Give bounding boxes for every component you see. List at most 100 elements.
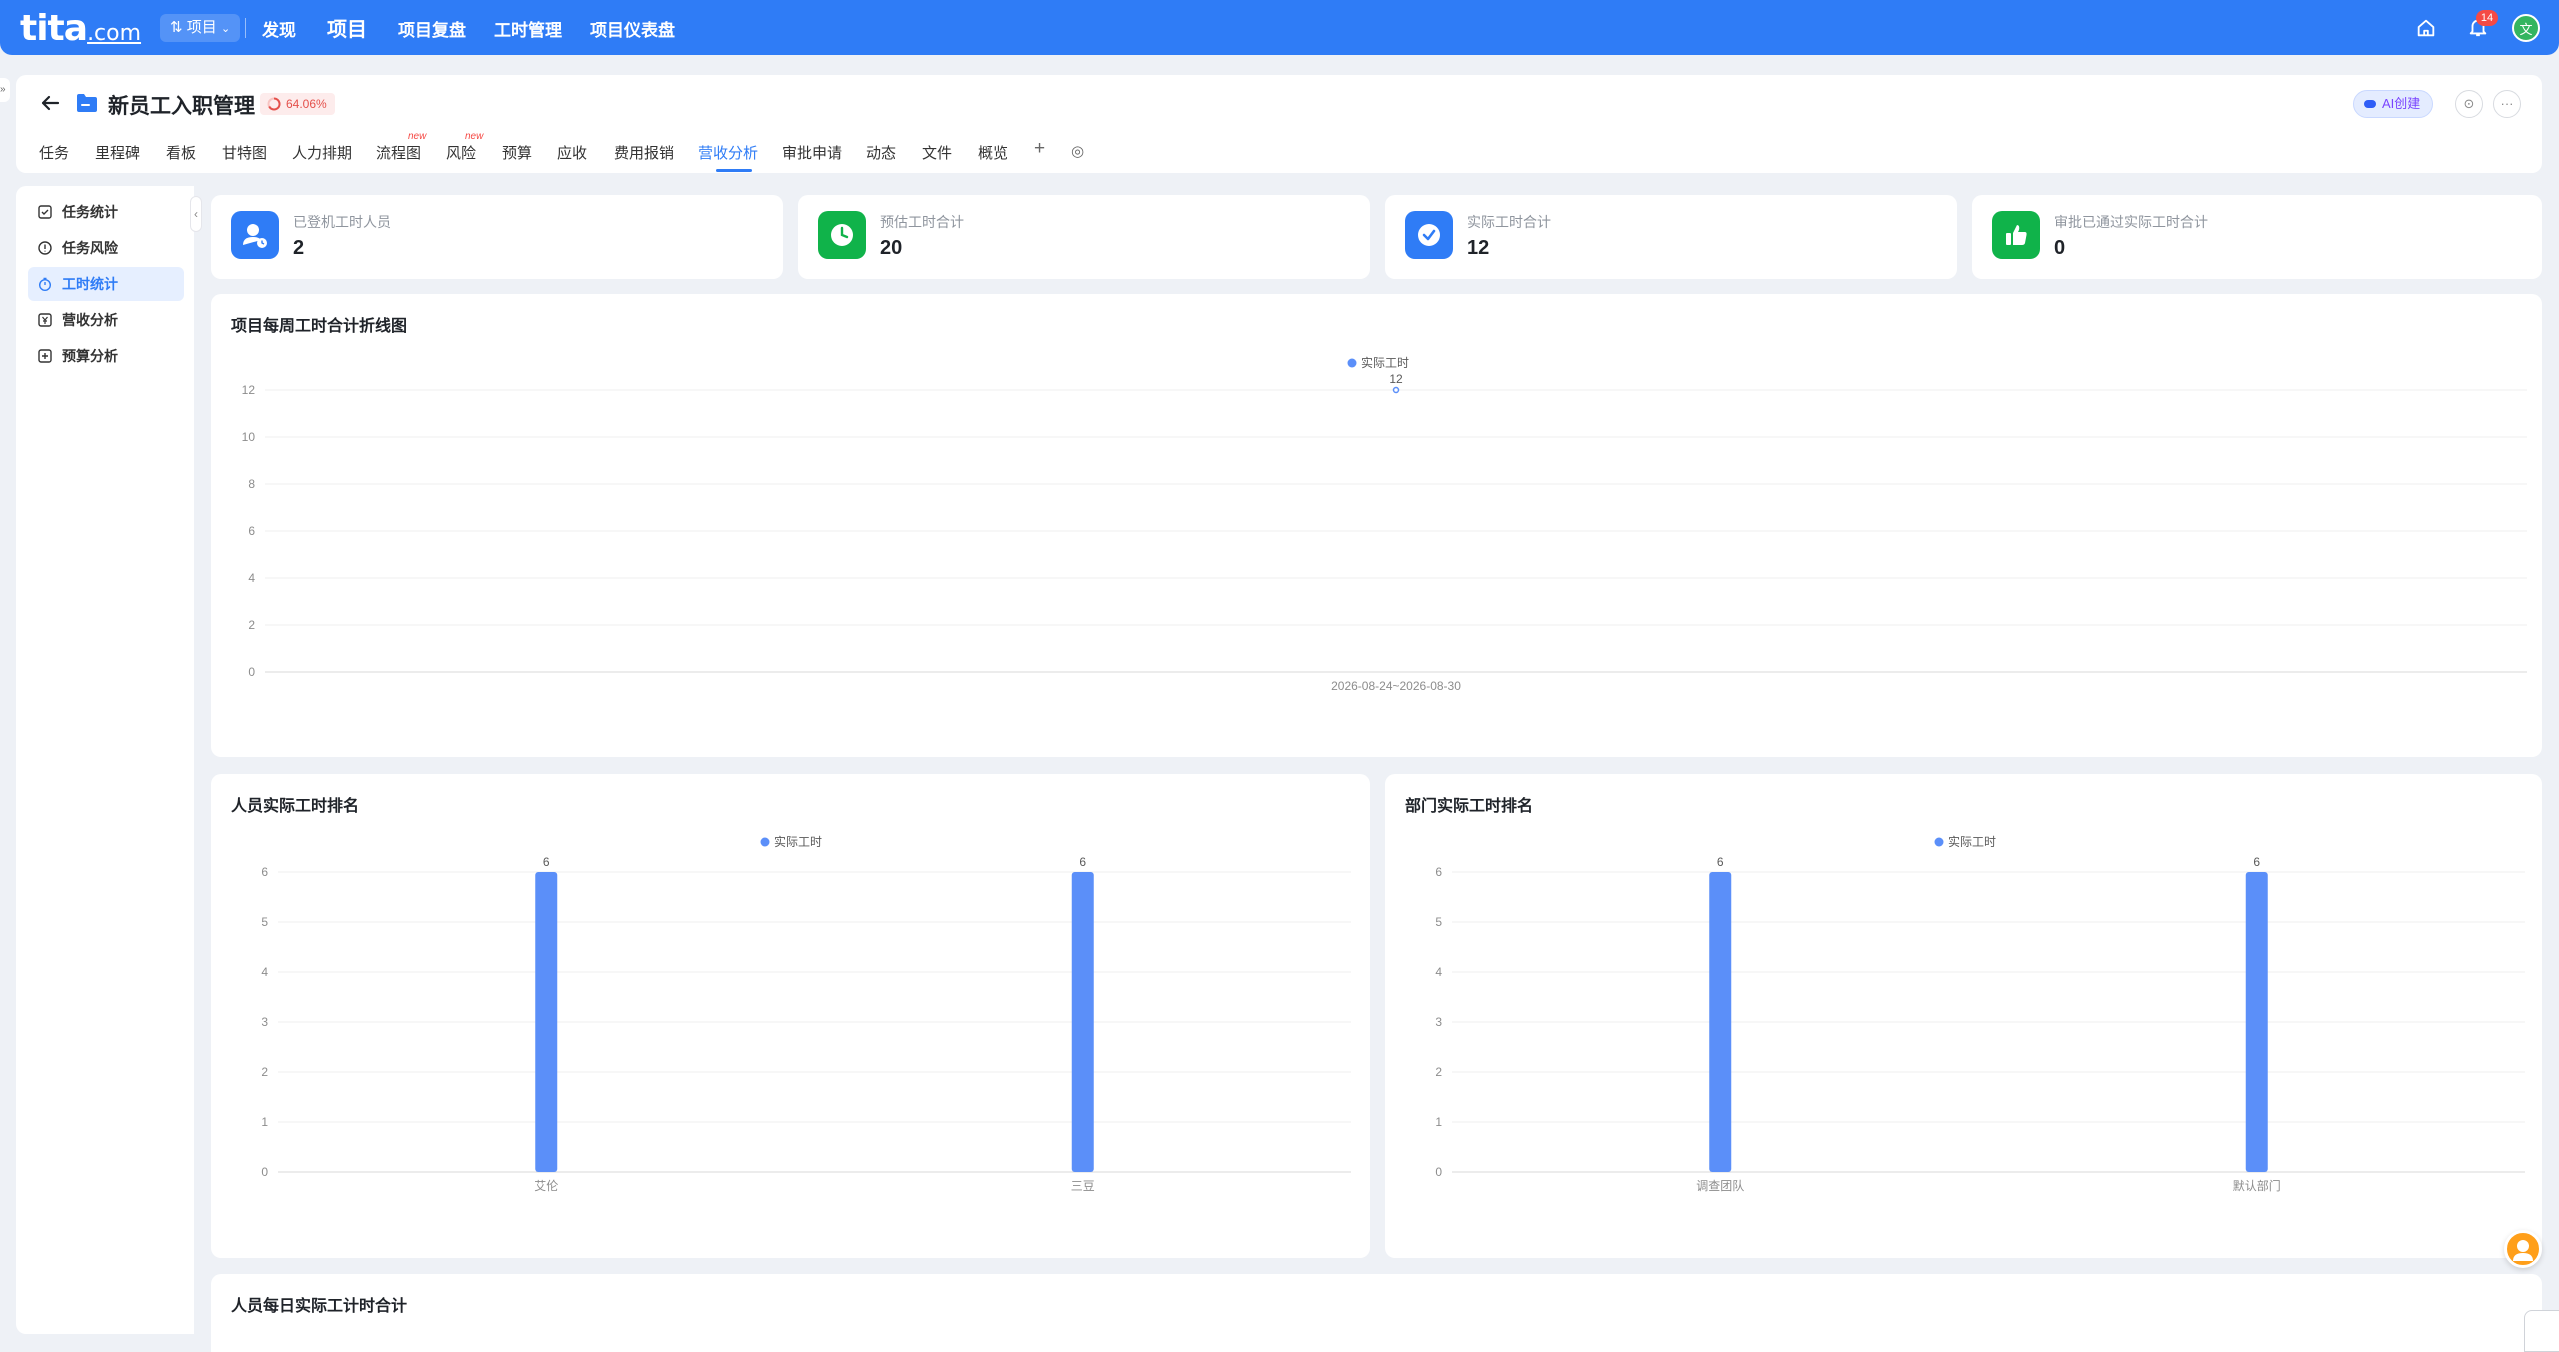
sidebar-item-task-risk[interactable]: 任务风险 [28,231,184,265]
folder-icon [77,94,97,112]
sidebar-item-budget-analysis[interactable]: 预算分析 [28,339,184,373]
currency-icon [38,313,52,327]
data-label: 6 [543,855,550,869]
notification-badge: 14 [2476,10,2498,26]
top-navbar: tita.com ⇅ 项目 ⌄ 发现 项目 项目复盘 工时管理 项目仪表盘 14… [0,0,2559,55]
tab-activity[interactable]: 动态 [866,142,896,163]
legend-marker [1347,358,1357,368]
sidebar-item-revenue-analysis[interactable]: 营收分析 [28,303,184,337]
y-tick-label: 8 [248,477,255,491]
progress-badge: 64.06% [260,93,335,115]
tab-budget[interactable]: 预算 [502,142,532,163]
y-tick-label: 0 [261,1165,268,1179]
tab-overview[interactable]: 概览 [978,142,1008,163]
bar-chart: 实际工时 0 1 2 3 4 5 6 调查团队 6 默认部门 6 [1435,834,2525,1193]
y-tick-label: 6 [1435,865,1442,879]
divider [245,18,246,38]
legend-label: 实际工时 [1948,834,1996,849]
legend-label: 实际工时 [1361,355,1409,370]
back-arrow-icon[interactable] [38,91,62,115]
y-tick-label: 2 [248,618,255,632]
y-tick-label: 6 [261,865,268,879]
sidebar-collapse-button[interactable]: ‹ [190,196,202,232]
nav-time-management[interactable]: 工时管理 [494,16,562,41]
chevron-down-icon: ⌄ [220,23,231,35]
ai-icon [2364,100,2376,108]
card-title: 人员每日实际工计时合计 [231,1298,408,1315]
nav-project-review[interactable]: 项目复盘 [398,16,466,41]
checkbox-icon [38,205,52,219]
active-tab-indicator [716,169,752,172]
y-tick-label: 0 [1435,1165,1442,1179]
nav-project[interactable]: 项目 [327,13,367,42]
bar [1071,872,1094,1172]
y-tick-label: 4 [1435,965,1442,979]
stat-value: 12 [1467,237,1490,259]
stat-label: 实际工时合计 [1467,214,1551,230]
stat-value: 2 [293,237,305,259]
tab-files[interactable]: 文件 [922,142,952,163]
bar [2245,872,2268,1172]
stat-label: 审批已通过实际工时合计 [2054,214,2208,230]
clock-icon [818,211,866,259]
bar [535,872,558,1172]
switch-icon: ⇅ [170,19,183,36]
y-tick-label: 4 [261,965,268,979]
tab-revenue-analysis[interactable]: 营收分析 [698,142,758,163]
stat-value: 0 [2054,237,2066,259]
data-label: 6 [1079,855,1086,869]
corner-widget-icon[interactable] [2524,1310,2559,1352]
bar-chart: 实际工时 0 1 2 3 4 5 6 艾伦 6 三豆 6 [261,834,1351,1193]
progress-ring-icon [267,97,281,111]
legend-label: 实际工时 [774,834,822,849]
tab-kanban[interactable]: 看板 [166,142,196,163]
line-chart: 实际工时 0 2 4 6 8 10 12 2026-08-24~2026-08-30 12 [242,355,2527,693]
new-tag: new [408,131,427,142]
legend-marker [760,837,770,847]
y-tick-label: 12 [242,383,256,397]
tab-milestones[interactable]: 里程碑 [95,142,140,163]
project-switcher[interactable]: ⇅ 项目 ⌄ [160,14,241,42]
add-tab-icon[interactable]: + [1034,138,1045,160]
nav-discover[interactable]: 发现 [262,16,296,41]
bar [1709,872,1732,1172]
stat-card-actual-hours: 实际工时合计 12 [1385,195,1957,279]
expand-panel-button[interactable]: » [0,78,10,102]
user-avatar[interactable]: 文 [2512,14,2540,42]
nav-project-dashboard[interactable]: 项目仪表盘 [590,16,675,41]
home-icon[interactable] [2415,17,2437,39]
x-tick-label: 艾伦 [534,1178,558,1193]
tita-logo[interactable]: tita.com [20,8,141,49]
y-tick-label: 4 [248,571,255,585]
x-tick-label: 三豆 [1071,1179,1095,1193]
y-tick-label: 2 [1435,1065,1442,1079]
assistant-avatar-button[interactable] [2504,1230,2542,1268]
settings-button[interactable]: ⊙ [2455,90,2483,118]
stat-value: 20 [880,237,903,259]
tab-approval-requests[interactable]: 审批申请 [782,142,842,163]
stat-label: 预估工时合计 [880,214,964,230]
tab-settings-icon[interactable]: ◎ [1071,142,1084,160]
tab-expense-reimbursement[interactable]: 费用报销 [614,142,674,163]
sidebar-item-task-stats[interactable]: 任务统计 [28,195,184,229]
data-label: 6 [1717,855,1724,869]
more-options-button[interactable]: ··· [2493,90,2521,118]
tab-receivables[interactable]: 应收 [557,142,587,163]
project-title: 新员工入职管理 [108,95,255,118]
tab-gantt[interactable]: 甘特图 [222,142,267,163]
tab-risk[interactable]: 风险 [446,142,476,163]
ai-create-button[interactable]: AI创建 [2353,90,2434,118]
alert-circle-icon [38,241,52,255]
tab-tasks[interactable]: 任务 [39,142,69,163]
sidebar-item-time-stats[interactable]: 工时统计 [28,267,184,301]
analysis-sidebar: 任务统计 任务风险 工时统计 营收分析 预算分析 [16,186,194,1334]
stat-card-approved-hours: 审批已通过实际工时合计 0 [1972,195,2542,279]
y-tick-label: 5 [261,915,268,929]
tab-flowchart[interactable]: 流程图 [376,142,421,163]
x-tick-label: 默认部门 [2233,1178,2281,1193]
data-label: 12 [1389,372,1403,386]
x-tick-label: 调查团队 [1696,1178,1744,1193]
staff-hours-ranking-card: 人员实际工时排名 实际工时 0 1 2 3 4 5 6 艾伦 6 三豆 6 [211,774,1370,1258]
tab-resource-schedule[interactable]: 人力排期 [292,142,352,163]
y-tick-label: 3 [1435,1015,1442,1029]
